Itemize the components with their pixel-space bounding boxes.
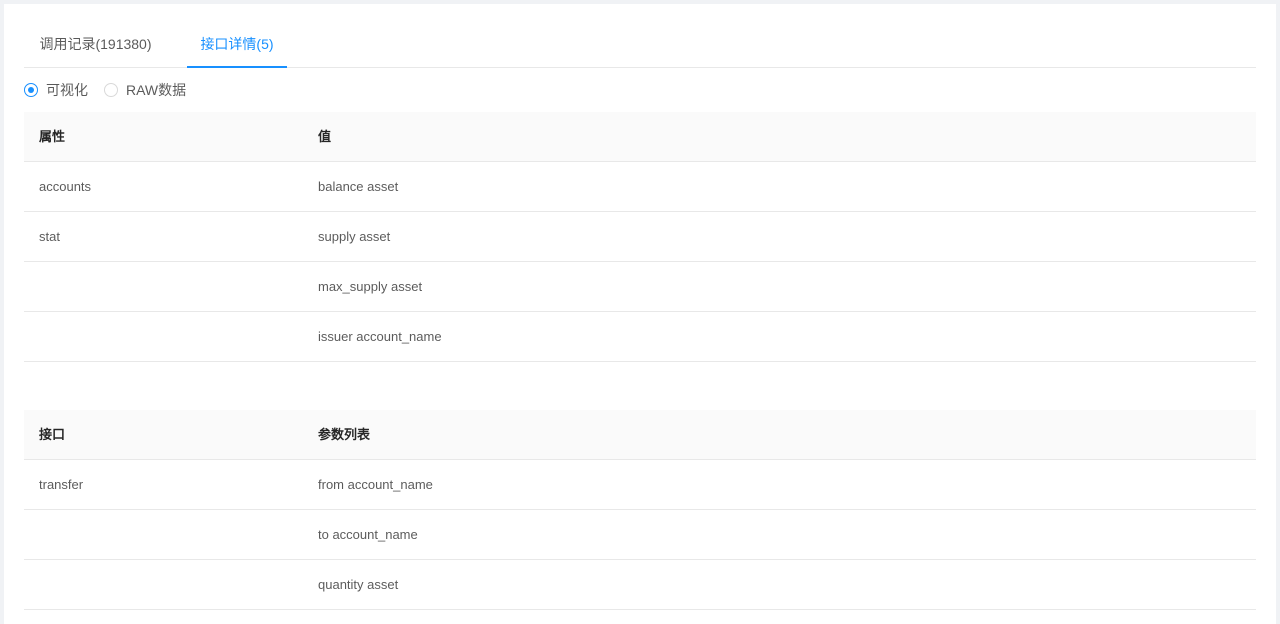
attributes-table: 属性 值 accounts balance asset stat supply … bbox=[24, 112, 1256, 362]
attribute-cell: stat bbox=[39, 229, 60, 244]
value-cell: balance asset bbox=[318, 179, 399, 194]
table-header-row: 接口 参数列表 bbox=[24, 410, 1256, 460]
radio-raw-data-label: RAW数据 bbox=[126, 82, 187, 98]
radio-unchecked-icon[interactable] bbox=[104, 83, 118, 97]
table-row: transfer from account_name bbox=[24, 460, 1256, 510]
tab-call-records[interactable]: 调用记录(191380) bbox=[24, 28, 167, 67]
radio-visualization-label: 可视化 bbox=[46, 82, 88, 98]
details-card: 调用记录(191380) 接口详情(5) 可视化 RAW数据 属性 值 acco… bbox=[4, 4, 1276, 624]
view-mode-radio-group: 可视化 RAW数据 bbox=[24, 80, 202, 100]
tab-interface-details[interactable]: 接口详情(5) bbox=[187, 28, 287, 68]
column-header-attribute: 属性 bbox=[39, 129, 66, 144]
parameter-cell: quantity asset bbox=[318, 577, 399, 592]
table-row: to account_name bbox=[24, 510, 1256, 560]
interface-cell: transfer bbox=[39, 477, 84, 492]
value-cell: issuer account_name bbox=[318, 329, 442, 344]
parameter-cell: from account_name bbox=[318, 477, 433, 492]
column-header-interface: 接口 bbox=[39, 427, 66, 442]
table-row: stat supply asset bbox=[24, 212, 1256, 262]
interfaces-table: 接口 参数列表 transfer from account_name to ac… bbox=[24, 410, 1256, 610]
table-row: issuer account_name bbox=[24, 312, 1256, 362]
value-cell: max_supply asset bbox=[318, 279, 423, 294]
column-header-parameters: 参数列表 bbox=[318, 427, 371, 442]
column-header-value: 值 bbox=[318, 129, 332, 144]
attribute-cell: accounts bbox=[39, 179, 92, 194]
parameter-cell: to account_name bbox=[318, 527, 418, 542]
tab-bar: 调用记录(191380) 接口详情(5) bbox=[24, 28, 1256, 68]
table-header-row: 属性 值 bbox=[24, 112, 1256, 162]
radio-checked-icon[interactable] bbox=[24, 83, 38, 97]
radio-visualization[interactable]: 可视化 bbox=[24, 80, 88, 100]
value-cell: supply asset bbox=[318, 229, 391, 244]
table-row: accounts balance asset bbox=[24, 162, 1256, 212]
radio-raw-data[interactable]: RAW数据 bbox=[104, 80, 186, 100]
table-row: max_supply asset bbox=[24, 262, 1256, 312]
